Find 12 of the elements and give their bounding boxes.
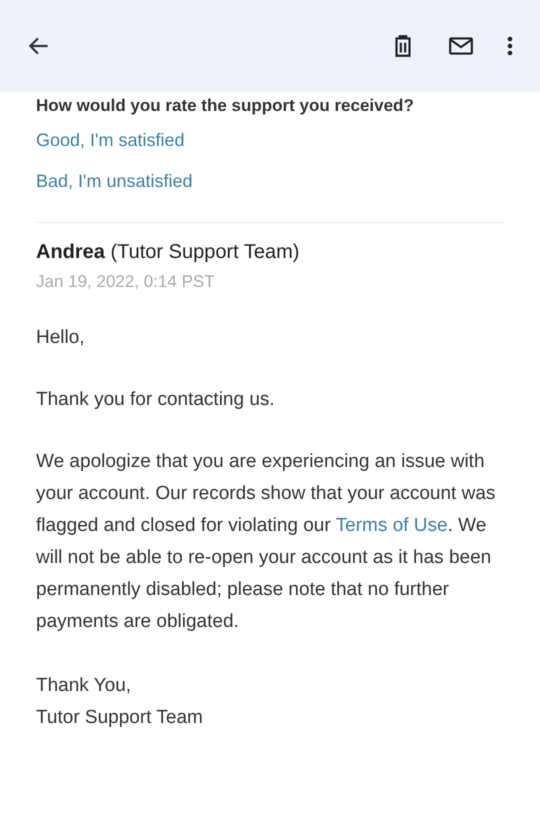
message-paragraph: We apologize that you are experiencing an issue with your account. Our records show that your account was flagged and closed for violating our Terms of Use. We will not be able to re-open your account as it has been permanently disabled; please note that no further payments are obligated. (36, 450, 496, 634)
sender-name: Andrea (36, 241, 105, 263)
rating-question: How would you rate the support you received? (36, 96, 415, 116)
signoff-line: Tutor Support Team (36, 706, 204, 730)
terms-link[interactable]: Terms of Use (336, 515, 448, 536)
message-date: Jan 19, 2022, 0:14 PST (36, 272, 216, 292)
signoff-line: Thank You, (36, 674, 132, 698)
greeting: Hello, (36, 326, 86, 350)
message-paragraph: Thank you for contacting us. (36, 388, 276, 412)
rating-link[interactable]: Good, I'm satisfied (36, 130, 184, 151)
rating-link[interactable]: Bad, I'm unsatisfied (36, 171, 193, 192)
sender-team: (Tutor Support Team) (110, 241, 300, 263)
